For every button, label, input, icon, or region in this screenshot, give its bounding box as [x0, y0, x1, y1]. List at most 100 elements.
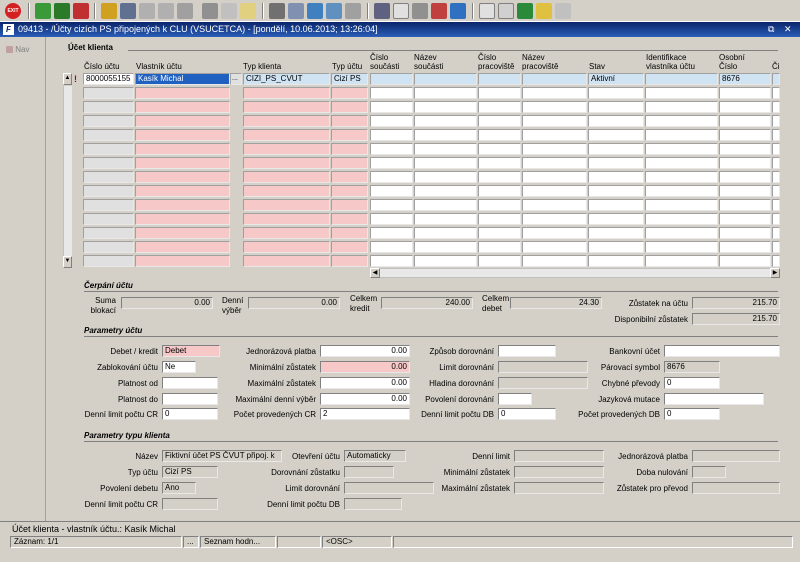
- grid-cell[interactable]: [83, 227, 134, 239]
- grid-cell[interactable]: [83, 241, 134, 253]
- grid-cell[interactable]: [645, 157, 718, 169]
- lov-button[interactable]: ...: [230, 73, 242, 85]
- grid-cell[interactable]: [370, 157, 413, 169]
- grid-cell[interactable]: [522, 255, 587, 267]
- grid-cell[interactable]: [588, 87, 644, 99]
- grid-cell[interactable]: [719, 199, 771, 211]
- grid-cell[interactable]: [645, 255, 718, 267]
- scroll-right-button[interactable]: ▶: [770, 268, 780, 278]
- grid-cell[interactable]: [522, 115, 587, 127]
- cell-nazev-pracoviste[interactable]: [522, 73, 587, 85]
- grid-cell[interactable]: [478, 171, 521, 183]
- document-icon[interactable]: [393, 3, 409, 19]
- grid-cell[interactable]: [331, 171, 368, 183]
- field-zpusob-dorovnani[interactable]: [498, 345, 556, 357]
- grid-cell[interactable]: [645, 115, 718, 127]
- add-record-icon[interactable]: [35, 3, 51, 19]
- field-povoleni-dorovnani[interactable]: [498, 393, 532, 405]
- grid-cell[interactable]: [772, 171, 780, 183]
- tools-icon[interactable]: [412, 3, 428, 19]
- grid-cell[interactable]: [83, 87, 134, 99]
- grid-cell[interactable]: [414, 227, 477, 239]
- grid-cell[interactable]: [772, 101, 780, 113]
- grid-cell[interactable]: [522, 171, 587, 183]
- grid-cell[interactable]: [478, 143, 521, 155]
- grid-cell[interactable]: [135, 185, 230, 197]
- close-icon[interactable]: ✕: [784, 24, 792, 35]
- grid-cell[interactable]: [331, 241, 368, 253]
- grid-cell[interactable]: [719, 227, 771, 239]
- grid-cell[interactable]: [772, 227, 780, 239]
- grid-cell[interactable]: [370, 171, 413, 183]
- grid-cell[interactable]: [588, 157, 644, 169]
- grid-cell[interactable]: [522, 199, 587, 211]
- refresh-icon[interactable]: [479, 3, 495, 19]
- filter-icon[interactable]: [177, 3, 193, 19]
- grid-cell[interactable]: [331, 213, 368, 225]
- cell-cislo-pracoviste[interactable]: [478, 73, 521, 85]
- delete-icon[interactable]: [73, 3, 89, 19]
- field-maximalni-zustatek[interactable]: 0.00: [320, 377, 410, 389]
- cell-ci[interactable]: [772, 73, 780, 85]
- cell-typ-uctu[interactable]: Cizí PS: [331, 73, 368, 85]
- grid-cell[interactable]: [331, 101, 368, 113]
- grid-cell[interactable]: [331, 129, 368, 141]
- field-pocet-provedenych-db[interactable]: 0: [664, 408, 720, 420]
- edit-icon[interactable]: [450, 3, 466, 19]
- grid-cell[interactable]: [478, 241, 521, 253]
- grid-cell[interactable]: [83, 199, 134, 211]
- cell-identifikace[interactable]: [645, 73, 718, 85]
- grid-cell[interactable]: [414, 157, 477, 169]
- find-icon[interactable]: [101, 3, 117, 19]
- grid-cell[interactable]: [522, 87, 587, 99]
- grid-cell[interactable]: [331, 227, 368, 239]
- field-debet-kredit[interactable]: Debet: [162, 345, 220, 357]
- grid-cell[interactable]: [135, 199, 230, 211]
- grid-cell[interactable]: [83, 115, 134, 127]
- mail-icon[interactable]: [240, 3, 256, 19]
- grid-cell[interactable]: [719, 157, 771, 169]
- grid-cell[interactable]: [135, 241, 230, 253]
- print-icon[interactable]: [202, 3, 218, 19]
- grid-cell[interactable]: [135, 143, 230, 155]
- grid-cell[interactable]: [331, 157, 368, 169]
- field-platnost-do[interactable]: [162, 393, 218, 405]
- grid-cell[interactable]: [645, 199, 718, 211]
- grid-cell[interactable]: [243, 143, 330, 155]
- grid-cell[interactable]: [414, 87, 477, 99]
- grid-cell[interactable]: [370, 227, 413, 239]
- grid-cell[interactable]: [522, 241, 587, 253]
- grid-cell[interactable]: [370, 143, 413, 155]
- grid-cell[interactable]: [243, 241, 330, 253]
- grid-cell[interactable]: [478, 227, 521, 239]
- grid-cell[interactable]: [370, 185, 413, 197]
- field-zablokovani-uctu[interactable]: Ne: [162, 361, 196, 373]
- field-pocet-provedenych-cr[interactable]: 2: [320, 408, 410, 420]
- restore-icon[interactable]: ⧉: [768, 24, 774, 35]
- calc-icon[interactable]: [374, 3, 390, 19]
- paste-icon[interactable]: [288, 3, 304, 19]
- grid-cell[interactable]: [772, 87, 780, 99]
- grid-cell[interactable]: [772, 185, 780, 197]
- grid-cell[interactable]: [719, 213, 771, 225]
- grid-cell[interactable]: [414, 241, 477, 253]
- grid-cell[interactable]: [588, 115, 644, 127]
- grid-cell[interactable]: [370, 101, 413, 113]
- grid-cell[interactable]: [478, 157, 521, 169]
- vertical-scroll-track[interactable]: [63, 86, 72, 256]
- grid-cell[interactable]: [645, 87, 718, 99]
- grid-cell[interactable]: [243, 157, 330, 169]
- grid-cell[interactable]: [83, 213, 134, 225]
- excel-icon[interactable]: [517, 3, 533, 19]
- grid-cell[interactable]: [135, 101, 230, 113]
- exit-icon[interactable]: EXIT: [5, 3, 21, 19]
- cell-osobni-cislo[interactable]: 8676: [719, 73, 771, 85]
- chart-icon[interactable]: [431, 3, 447, 19]
- grid-cell[interactable]: [588, 185, 644, 197]
- grid-cell[interactable]: [588, 199, 644, 211]
- field-maximalni-denni-vyber[interactable]: 0.00: [320, 393, 410, 405]
- field-chybne-prevody[interactable]: 0: [664, 377, 720, 389]
- grid-cell[interactable]: [478, 101, 521, 113]
- grid-cell[interactable]: [331, 143, 368, 155]
- grid-cell[interactable]: [772, 115, 780, 127]
